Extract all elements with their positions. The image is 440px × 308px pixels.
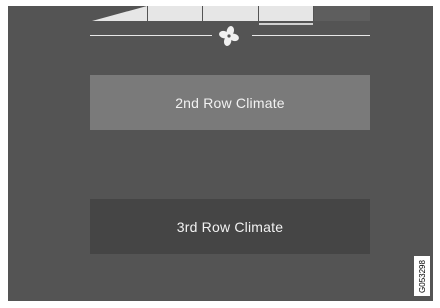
fan-speed-bar[interactable] [92, 6, 370, 25]
second-row-climate-button[interactable]: 2nd Row Climate [90, 75, 370, 130]
fan-speed-selected-indicator [259, 23, 313, 25]
fan-speed-segment-2[interactable] [203, 6, 258, 21]
figure-code-text: G053298 [417, 259, 427, 293]
fan-speed-segment-3[interactable] [259, 6, 313, 21]
third-row-climate-button[interactable]: 3rd Row Climate [90, 199, 370, 254]
climate-screen: 2nd Row Climate 3rd Row Climate [8, 6, 433, 301]
figure-code: G053298 [414, 256, 430, 296]
fan-divider-right [252, 35, 370, 36]
third-row-climate-label: 3rd Row Climate [176, 218, 284, 235]
fan-speed-segment-1[interactable] [148, 6, 202, 21]
fan-icon [219, 26, 239, 46]
fan-speed-ramp [92, 6, 147, 21]
second-row-climate-label: 2nd Row Climate [175, 94, 285, 111]
fan-divider-left [90, 35, 212, 36]
fan-speed-segment-4[interactable] [314, 6, 370, 21]
